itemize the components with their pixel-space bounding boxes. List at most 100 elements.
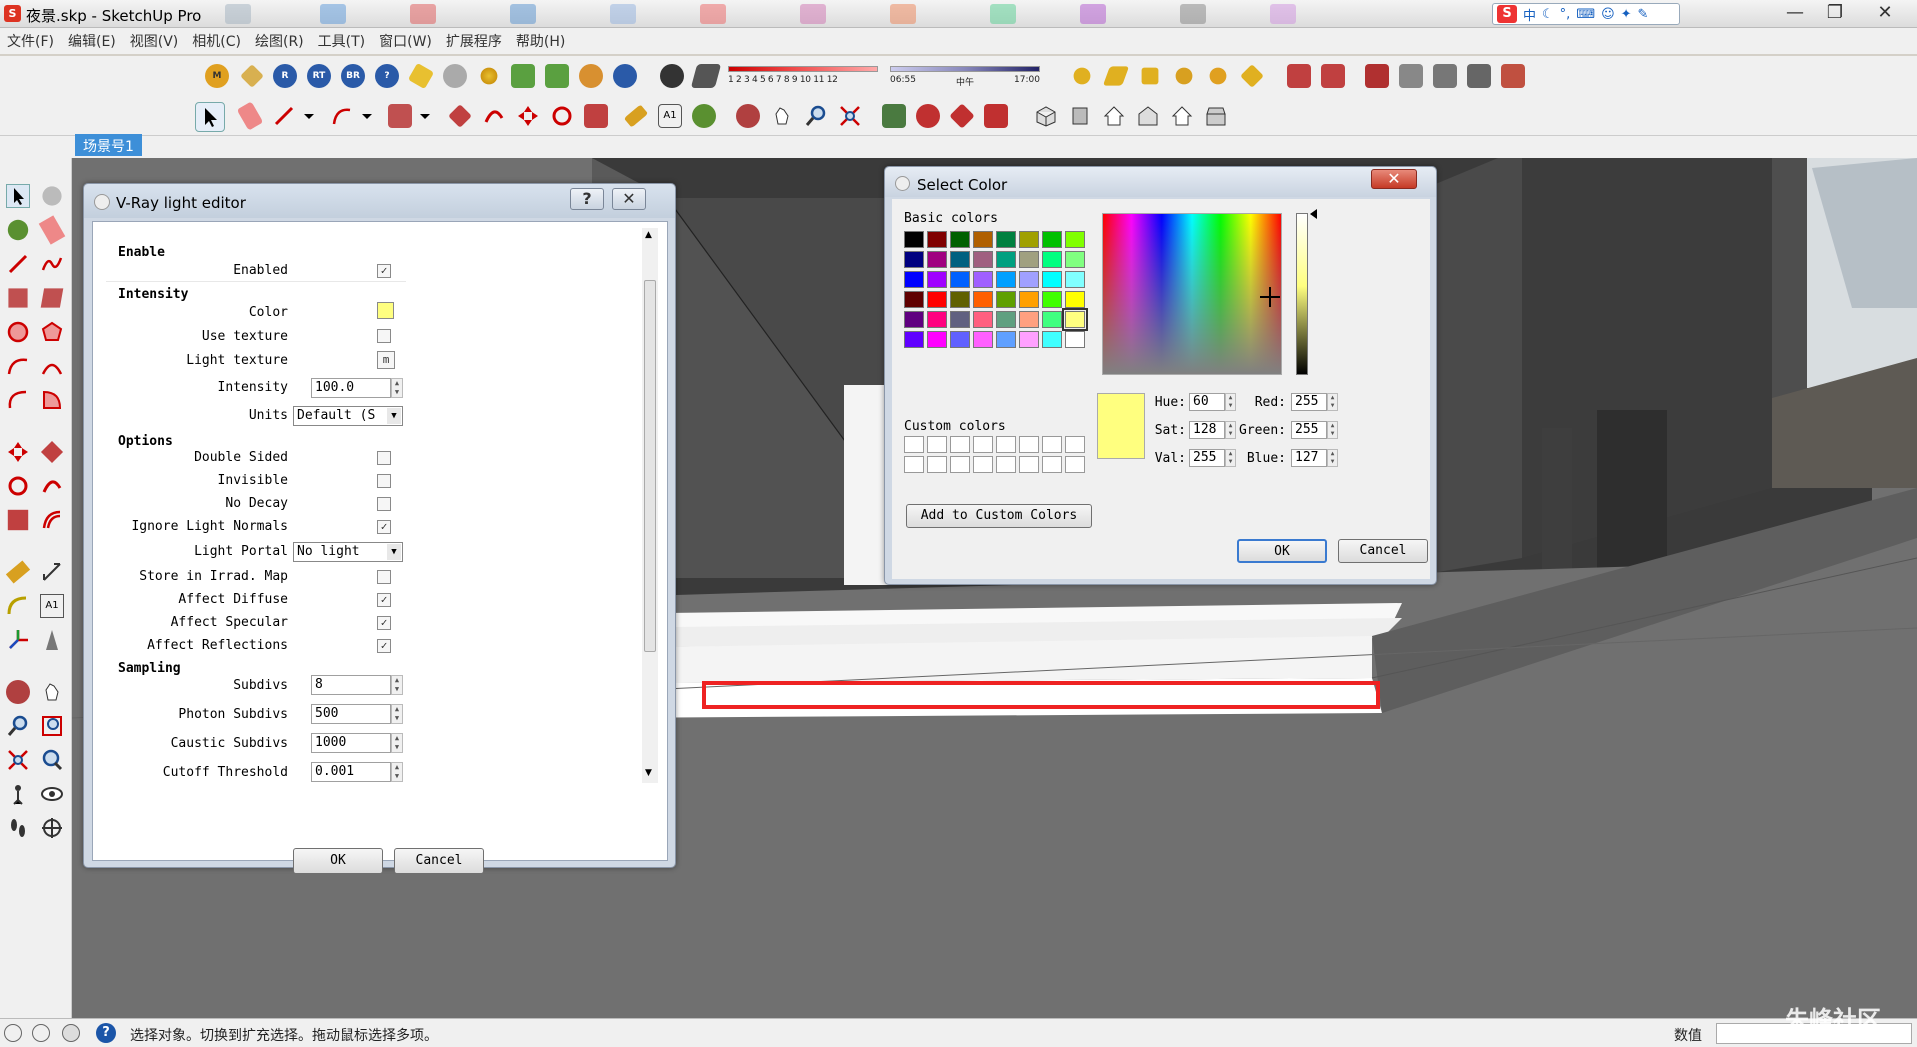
dropdown-arrow-icon[interactable] xyxy=(418,104,432,128)
basic-color-swatch[interactable] xyxy=(1065,291,1085,308)
moon-icon[interactable]: ☾ xyxy=(1542,7,1554,22)
affect-reflections-checkbox[interactable]: ✓ xyxy=(377,639,391,653)
menu-edit[interactable]: 编辑(E) xyxy=(68,31,116,51)
basic-color-swatch[interactable] xyxy=(1019,291,1039,308)
store-irrad-map-checkbox[interactable] xyxy=(377,570,391,584)
custom-color-swatch[interactable] xyxy=(1042,456,1062,473)
wrench-icon[interactable]: ✎ xyxy=(1638,7,1649,22)
basic-color-swatch[interactable] xyxy=(1019,311,1039,328)
scrollbar-thumb[interactable] xyxy=(644,280,656,652)
basic-color-swatch[interactable] xyxy=(1065,251,1085,268)
basic-color-swatch[interactable] xyxy=(950,311,970,328)
polygon-tool-icon[interactable] xyxy=(40,320,64,344)
move-tool-icon[interactable] xyxy=(516,104,540,128)
front-view-icon[interactable] xyxy=(1102,104,1126,128)
close-button[interactable]: ✕ xyxy=(1867,0,1903,26)
red-input[interactable]: 255 xyxy=(1291,393,1327,411)
left-view-icon[interactable] xyxy=(1204,104,1228,128)
basic-color-swatch[interactable] xyxy=(904,271,924,288)
basic-color-swatch[interactable] xyxy=(1042,311,1062,328)
custom-color-swatch[interactable] xyxy=(950,436,970,453)
custom-color-swatch[interactable] xyxy=(1019,456,1039,473)
user-icon[interactable]: ☺ xyxy=(1601,7,1615,22)
orbit-tool-icon[interactable] xyxy=(736,104,760,128)
basic-color-swatch[interactable] xyxy=(950,251,970,268)
circle-tool-icon[interactable] xyxy=(6,320,30,344)
ok-button[interactable]: OK xyxy=(293,848,383,874)
sat-input[interactable]: 128 xyxy=(1189,421,1225,439)
ime-toolbar[interactable]: S 中 ☾ °, ⌨ ☺ ✦ ✎ xyxy=(1492,3,1680,25)
back-view-icon[interactable] xyxy=(1170,104,1194,128)
pan-tool-icon[interactable] xyxy=(770,104,794,128)
rectangle-tool-icon[interactable] xyxy=(8,288,28,308)
vray-rect-light-icon[interactable] xyxy=(1102,66,1130,86)
use-texture-checkbox[interactable] xyxy=(377,329,391,343)
add-location-icon[interactable] xyxy=(882,104,906,128)
basic-color-swatch[interactable] xyxy=(904,231,924,248)
basic-color-swatch[interactable] xyxy=(927,311,947,328)
follow-me-tool-icon[interactable] xyxy=(482,104,506,128)
scene-tab-1[interactable]: 场景号1 xyxy=(75,134,142,156)
sandbox-drape-icon[interactable] xyxy=(1433,64,1457,88)
ok-button[interactable]: OK xyxy=(1237,539,1327,563)
blue-input[interactable]: 127 xyxy=(1291,449,1327,467)
menu-draw[interactable]: 绘图(R) xyxy=(255,31,304,51)
eraser-tool-icon[interactable] xyxy=(236,101,264,131)
shadow-time-slider[interactable]: 06:55 中午 17:00 xyxy=(890,66,1040,98)
previous-view-icon[interactable] xyxy=(40,748,64,772)
maximize-button[interactable]: ❐ xyxy=(1817,0,1853,26)
zoom-window-icon[interactable] xyxy=(40,714,64,738)
affect-diffuse-checkbox[interactable]: ✓ xyxy=(377,593,391,607)
basic-color-swatch[interactable] xyxy=(904,291,924,308)
basic-color-swatch[interactable] xyxy=(927,251,947,268)
two-point-arc-icon[interactable] xyxy=(40,354,64,378)
basic-color-swatch[interactable] xyxy=(1042,251,1062,268)
vray-ies-light-icon[interactable] xyxy=(1175,67,1193,85)
shadow-toggle-icon[interactable] xyxy=(690,64,722,88)
basic-color-swatch[interactable] xyxy=(904,311,924,328)
color-swatch[interactable] xyxy=(377,302,394,319)
dropdown-arrow-icon[interactable] xyxy=(302,104,316,128)
custom-color-swatch[interactable] xyxy=(996,456,1016,473)
vray-batch-render-icon[interactable]: BR xyxy=(341,64,365,88)
section-display-icon[interactable] xyxy=(1321,64,1345,88)
double-sided-checkbox[interactable] xyxy=(377,451,391,465)
green-spinner[interactable]: ▲ ▼ xyxy=(1327,421,1338,439)
light-texture-button[interactable]: m xyxy=(377,351,395,369)
caustic-subdivs-spinner[interactable]: ▲ ▼ xyxy=(391,733,403,753)
help-button[interactable]: ? xyxy=(570,188,604,210)
caustic-subdivs-input[interactable]: 1000 xyxy=(311,733,391,753)
zoom-extents-icon[interactable] xyxy=(838,104,862,128)
color-spectrum[interactable] xyxy=(1102,213,1282,375)
section-plane-icon[interactable] xyxy=(40,816,64,840)
punctuation-icon[interactable]: °, xyxy=(1560,7,1571,22)
move-tool-icon[interactable] xyxy=(6,440,30,464)
units-dropdown[interactable]: Default (S ▼ xyxy=(293,406,403,426)
vray-dialog-titlebar[interactable]: V-Ray light editor ? ✕ xyxy=(84,184,675,218)
zoom-extents-icon[interactable] xyxy=(6,748,30,772)
subdivs-spinner[interactable]: ▲ ▼ xyxy=(391,675,403,695)
scale-tool-icon[interactable] xyxy=(7,509,29,531)
paint-bucket-icon[interactable] xyxy=(692,104,716,128)
vray-frame-buffer-icon[interactable] xyxy=(407,62,435,90)
scroll-down-icon[interactable]: ▼ xyxy=(645,768,652,778)
basic-color-swatch[interactable] xyxy=(1065,231,1085,248)
custom-color-swatch[interactable] xyxy=(1019,436,1039,453)
extension-warehouse-icon[interactable] xyxy=(949,103,975,129)
basic-color-swatch[interactable] xyxy=(1019,271,1039,288)
geo-location-icon[interactable] xyxy=(4,1024,22,1042)
scale-tool-icon[interactable] xyxy=(584,104,608,128)
basic-color-swatch[interactable] xyxy=(950,231,970,248)
custom-color-swatch[interactable] xyxy=(1042,436,1062,453)
ignore-light-normals-checkbox[interactable]: ✓ xyxy=(377,520,391,534)
iso-view-icon[interactable] xyxy=(1034,104,1058,128)
send-to-layout-icon[interactable] xyxy=(984,104,1008,128)
basic-color-swatch[interactable] xyxy=(1019,331,1039,348)
blue-spinner[interactable]: ▲ ▼ xyxy=(1327,449,1338,467)
select-tool-icon[interactable] xyxy=(6,184,30,208)
rotate-tool-icon[interactable] xyxy=(6,474,30,498)
orbit-tool-icon[interactable] xyxy=(6,680,30,704)
color-dialog-titlebar[interactable]: Select Color ✕ xyxy=(885,167,1436,197)
basic-color-swatch[interactable] xyxy=(1019,231,1039,248)
sandbox-flip-icon[interactable] xyxy=(1501,64,1525,88)
